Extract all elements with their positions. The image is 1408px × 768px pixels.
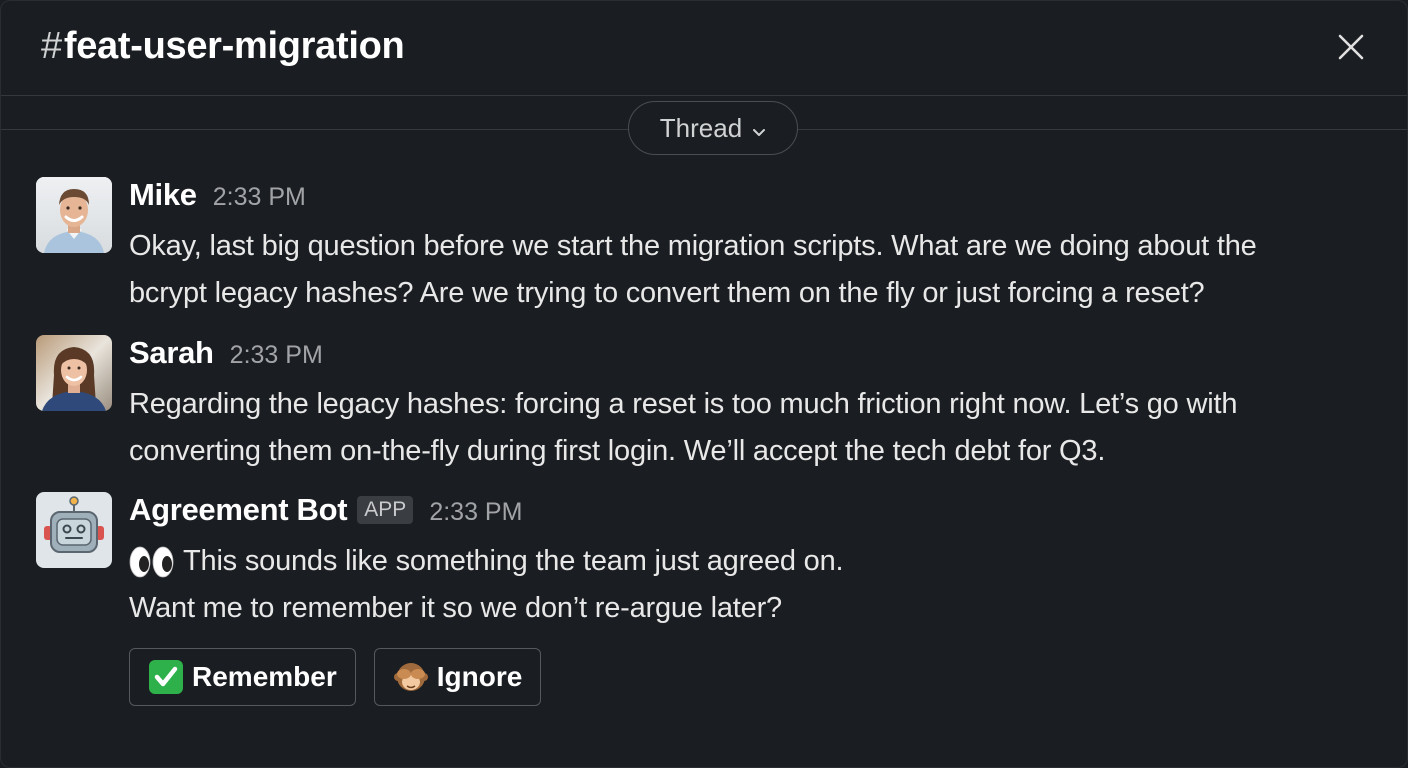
message-body: Mike 2:33 PM Okay, last big question bef… — [129, 177, 1404, 317]
avatar-mike[interactable] — [36, 177, 112, 253]
remember-button[interactable]: Remember — [129, 648, 356, 706]
bot-action-buttons: Remember Ignore — [129, 648, 1404, 706]
message-text: Okay, last big question before we start … — [129, 223, 1404, 317]
message-text: This sounds like something the team just… — [129, 538, 1404, 632]
channel-hash: # — [41, 25, 62, 67]
message-header: Sarah 2:33 PM — [129, 335, 1404, 373]
avatar-sarah[interactable] — [36, 335, 112, 411]
ignore-button[interactable]: Ignore — [373, 648, 542, 706]
thread-selector-label: Thread — [659, 112, 743, 143]
message-timestamp[interactable]: 2:33 PM — [230, 341, 323, 370]
message-timestamp[interactable]: 2:33 PM — [213, 183, 306, 212]
close-button[interactable] — [1331, 27, 1371, 67]
thread-selector-button[interactable]: Thread — [628, 101, 798, 155]
message-body: Agreement Bot APP 2:33 PM This sounds li… — [129, 492, 1404, 706]
avatar-agreement-bot[interactable] — [36, 492, 112, 568]
chevron-down-icon — [752, 114, 766, 145]
thread-panel: #feat-user-migration Thread Mike 2:33 PM… — [0, 0, 1408, 768]
channel-title: #feat-user-migration — [41, 25, 405, 68]
check-mark-icon — [148, 659, 184, 695]
robot-icon — [36, 492, 112, 568]
app-badge: APP — [357, 496, 414, 524]
message-text: Regarding the legacy hashes: forcing a r… — [129, 381, 1404, 475]
author-name[interactable]: Agreement Bot — [129, 492, 348, 528]
bot-message-line-2: Want me to remember it so we don’t re-ar… — [129, 592, 782, 624]
message-body: Sarah 2:33 PM Regarding the legacy hashe… — [129, 335, 1404, 475]
eyes-icon — [129, 545, 175, 579]
message-line: Okay, last big question before we start … — [129, 230, 1257, 262]
message-header: Mike 2:33 PM — [129, 177, 1404, 215]
close-icon — [1338, 34, 1364, 60]
message-timestamp[interactable]: 2:33 PM — [429, 498, 522, 527]
message-line: converting them on-the-fly during first … — [129, 435, 1106, 467]
author-name[interactable]: Sarah — [129, 335, 214, 371]
remember-label: Remember — [192, 661, 337, 692]
message-line: This sounds like something the team just… — [129, 538, 1404, 585]
author-name[interactable]: Mike — [129, 177, 197, 213]
ignore-label: Ignore — [436, 661, 523, 692]
message-line: Regarding the legacy hashes: forcing a r… — [129, 388, 1238, 420]
see-no-evil-monkey-icon — [393, 659, 429, 695]
bot-message-line-1: This sounds like something the team just… — [183, 545, 844, 577]
message-header: Agreement Bot APP 2:33 PM — [129, 492, 1404, 530]
panel-header: #feat-user-migration — [1, 1, 1407, 96]
message-line: bcrypt legacy hashes? Are we trying to c… — [129, 277, 1205, 309]
channel-name: feat-user-migration — [63, 25, 405, 67]
